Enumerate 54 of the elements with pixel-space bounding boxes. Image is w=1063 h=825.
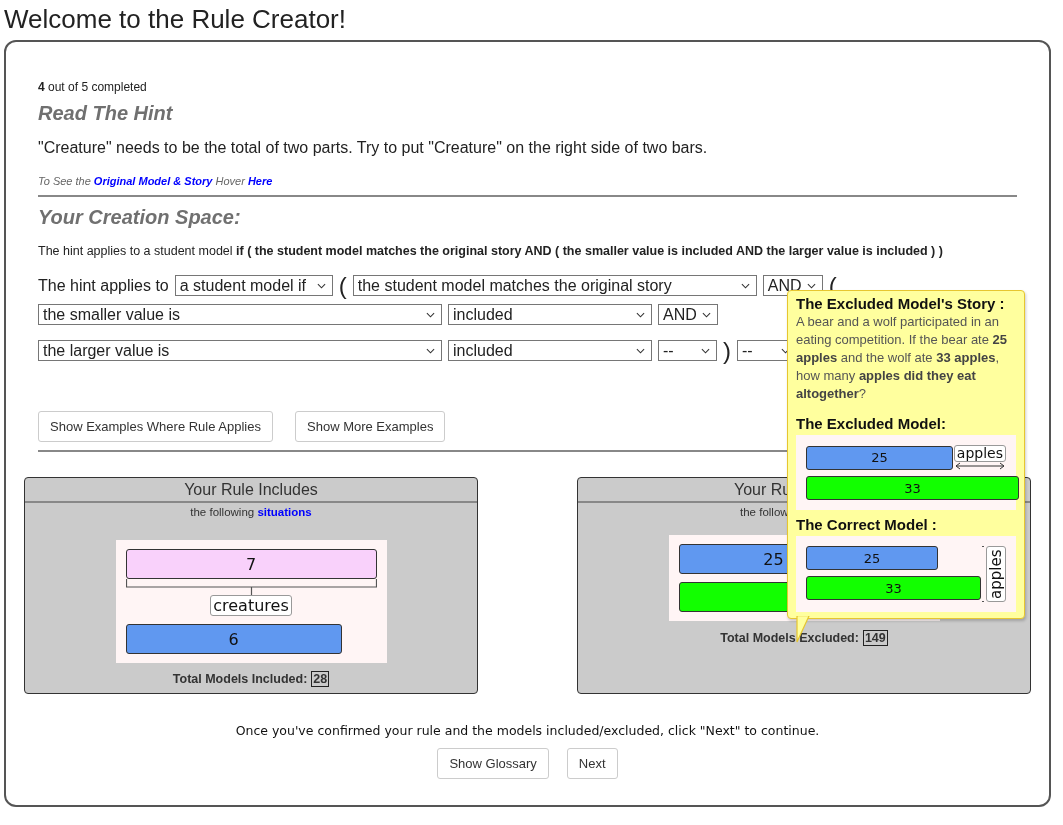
dropdown[interactable]: --: [658, 340, 717, 361]
model-bar: 33: [806, 476, 1019, 500]
dropdown[interactable]: the smaller value is: [38, 304, 442, 325]
dropdown[interactable]: a student model if: [174, 275, 333, 296]
model-bar: 25: [806, 445, 953, 470]
chevron-down-icon: [701, 347, 710, 354]
page-title: Welcome to the Rule Creator!: [3, 3, 347, 36]
chevron-down-icon: [740, 282, 750, 289]
total-count: 149: [862, 630, 888, 646]
tooltip-heading: The Correct Model :: [796, 516, 938, 533]
footer-button[interactable]: Next: [566, 748, 618, 779]
examples-button[interactable]: Show More Examples: [295, 411, 446, 442]
dropdown[interactable]: AND: [658, 304, 718, 325]
chevron-down-icon: [781, 347, 790, 354]
story-text: A bear and a wolf participated in an eating competition. If the bear ate 25 apples and the wolf ate 33 apples, how many apples did they eat altogether?: [796, 313, 1009, 403]
examples-button[interactable]: Show Examples Where Rule Applies: [38, 411, 273, 442]
chevron-down-icon: [636, 347, 645, 354]
model-bar: 25: [806, 546, 938, 570]
total-label: Total Models Included:: [172, 672, 308, 686]
total-count: 28: [311, 671, 330, 687]
dropdown[interactable]: included: [448, 340, 652, 361]
tooltip-heading: The Excluded Model's Story :: [796, 295, 1006, 312]
tooltip-heading: The Excluded Model:: [796, 415, 947, 432]
model-bar: 33: [806, 576, 981, 600]
hint-text: "Creature" needs to be the total of two parts. Try to put "Creature" on the right side of two bars.: [38, 139, 709, 157]
here-link[interactable]: Here: [247, 175, 273, 187]
model-bar: 6: [125, 624, 342, 654]
chevron-down-icon: [316, 282, 326, 289]
chevron-down-icon: [426, 311, 435, 318]
hover-instruction: To See the Original Model & Story Hover Here: [38, 175, 274, 187]
chevron-down-icon: [636, 311, 645, 318]
dropdown[interactable]: the larger value is: [38, 340, 442, 361]
footer-button[interactable]: Show Glossary: [437, 748, 549, 779]
original-model-link[interactable]: Original Model & Story: [93, 175, 213, 187]
section-heading: Your Creation Space:: [38, 206, 242, 229]
rule-label: The hint applies to: [38, 276, 169, 295]
double-arrow: [954, 462, 1005, 470]
panel-subtitle: the following situations: [190, 506, 312, 518]
situations-link[interactable]: situations: [257, 506, 312, 518]
chevron-down-icon: [806, 282, 816, 289]
instruction-text: Once you've confirmed your rule and the models included/excluded, click "Next" to continue.: [235, 723, 820, 738]
panel-title: Your Rule Includes: [184, 480, 318, 499]
chevron-down-icon: [702, 311, 711, 318]
section-heading: Read The Hint: [38, 102, 174, 125]
dropdown[interactable]: the student model matches the original story: [352, 275, 757, 296]
rule-summary: The hint applies to a student model if ( the student model matches the original story AND ( the smaller value is included AND the larger value is included ) ): [38, 244, 944, 258]
model-bar: 7: [125, 549, 377, 579]
dropdown[interactable]: included: [448, 304, 652, 325]
bar-label: creatures: [210, 595, 292, 616]
progress-text: 4 out of 5 completed: [38, 80, 148, 94]
total-label: Total Models Excluded:: [720, 631, 859, 645]
bar-label: apples: [953, 445, 1006, 462]
chevron-down-icon: [426, 347, 435, 354]
bar-label: apples: [986, 546, 1006, 602]
